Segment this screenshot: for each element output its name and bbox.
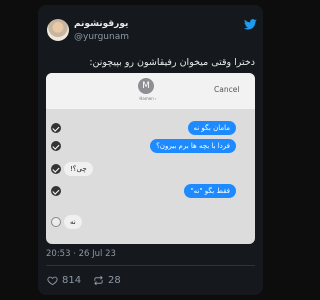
tweet-media-image[interactable]: M Hamen › Cancel مامان بگو نه فردا با بچ… <box>46 73 255 244</box>
like-count: 814 <box>62 275 82 286</box>
message-select-circle-icon <box>51 217 61 227</box>
display-name[interactable]: یورقونشونم <box>74 19 164 29</box>
tweet-text: دخترا وقتی میخوان رفیقاشون رو بپیچونن: <box>89 57 255 68</box>
retweet-count: 28 <box>108 275 121 286</box>
message-select-check-icon <box>51 141 61 151</box>
cancel-button: Cancel <box>214 85 240 94</box>
message-select-check-icon <box>51 123 61 133</box>
message-bubble: نه <box>64 215 82 229</box>
handle[interactable]: @yurgunam <box>74 32 129 42</box>
message-bubble: مامان بگو نه <box>187 121 236 135</box>
tweet-card: یورقونشونم @yurgunam دخترا وقتی میخوان ر… <box>38 5 263 295</box>
avatar[interactable] <box>47 19 69 41</box>
twitter-bird-icon <box>244 19 257 30</box>
divider <box>46 265 255 266</box>
message-select-check-icon <box>51 164 61 174</box>
message-select-check-icon <box>51 186 61 196</box>
chat-header: M Hamen › Cancel <box>46 73 255 109</box>
contact-name: Hamen › <box>139 96 157 101</box>
message-bubble: فردا با بچه ها برم بیرون؟ <box>150 139 236 153</box>
heart-icon[interactable] <box>47 275 58 286</box>
tweet-timestamp[interactable]: 20:53 · 26 Jul 23 <box>46 249 116 259</box>
message-bubble: فقط بگو "نه" <box>184 184 236 198</box>
contact-avatar: M <box>138 78 154 94</box>
message-bubble: چی؟! <box>64 162 93 176</box>
retweet-icon[interactable] <box>93 275 104 286</box>
